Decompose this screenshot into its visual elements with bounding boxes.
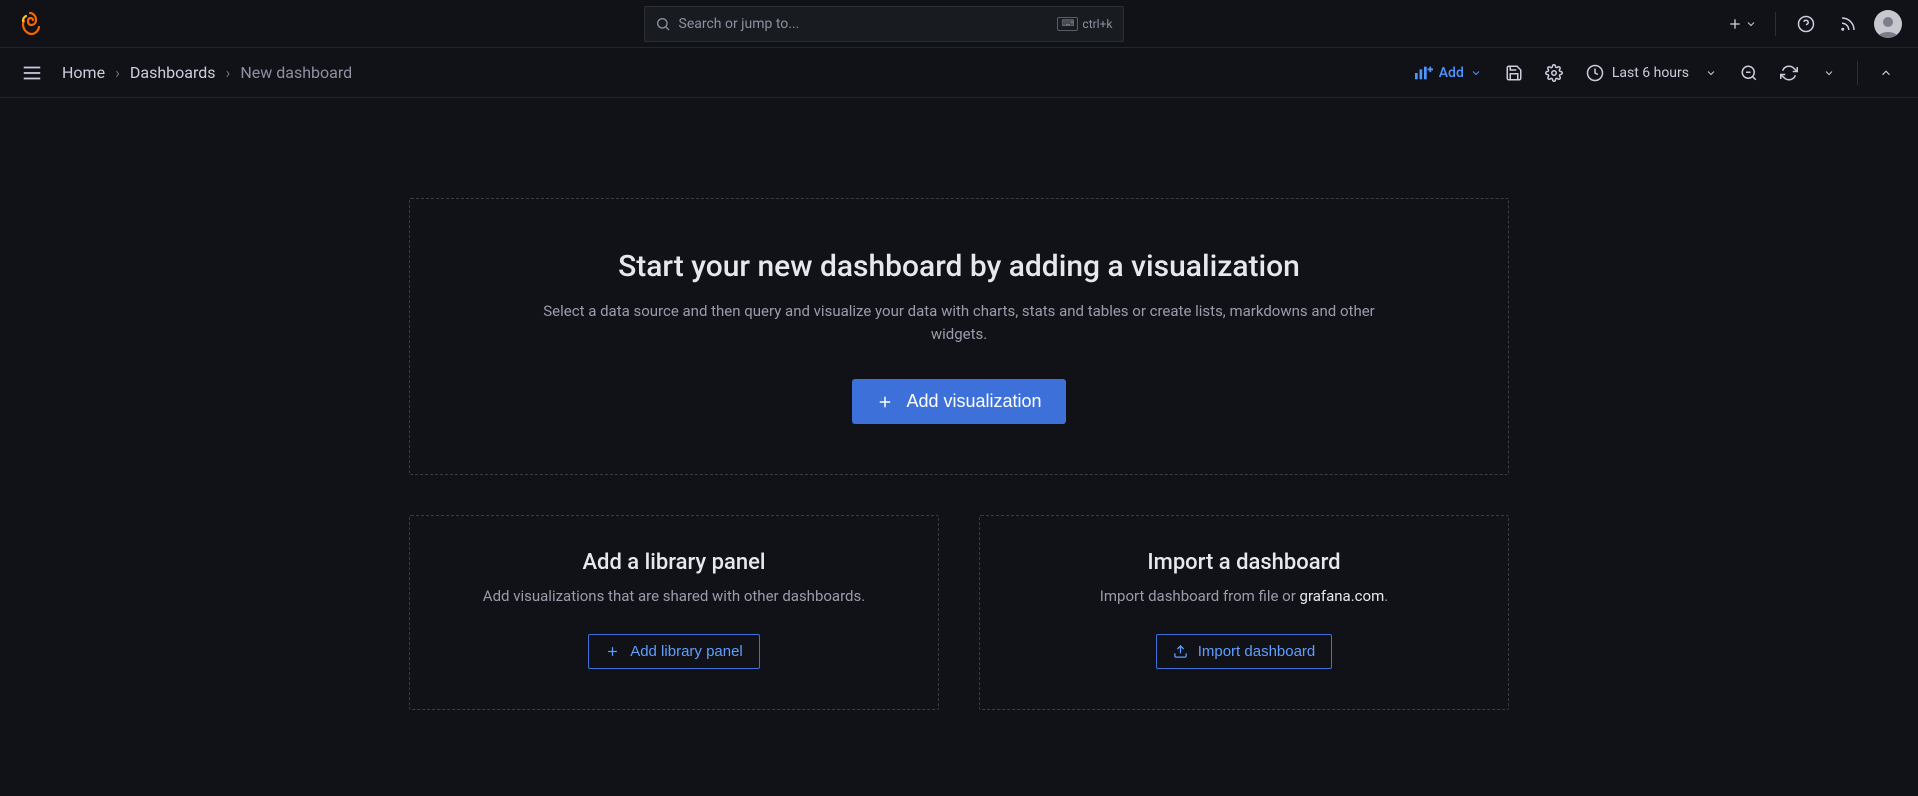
chevron-right-icon: › (115, 63, 120, 82)
plus-icon (876, 393, 894, 411)
grafana-com-link[interactable]: grafana.com (1300, 587, 1385, 605)
chevron-down-icon (1745, 18, 1757, 30)
import-dashboard-card: Import a dashboard Import dashboard from… (979, 515, 1509, 710)
import-subtitle: Import dashboard from file or grafana.co… (1010, 585, 1478, 608)
panel-add-icon (1415, 66, 1433, 80)
keyboard-icon: ⌨ (1057, 17, 1078, 31)
add-visualization-label: Add visualization (906, 391, 1041, 412)
search-placeholder: Search or jump to... (679, 16, 1058, 32)
add-panel-label: Add (1439, 65, 1464, 81)
import-dashboard-label: Import dashboard (1198, 643, 1316, 660)
breadcrumb-current: New dashboard (240, 63, 352, 82)
user-avatar[interactable] (1874, 10, 1902, 38)
add-library-panel-label: Add library panel (630, 643, 743, 660)
library-title: Add a library panel (440, 550, 908, 575)
news-button[interactable] (1832, 8, 1864, 40)
library-subtitle: Add visualizations that are shared with … (440, 585, 908, 608)
chevron-down-icon (1470, 67, 1482, 79)
refresh-interval-button[interactable] (1813, 57, 1845, 89)
chevron-right-icon: › (226, 63, 231, 82)
create-menu[interactable] (1723, 16, 1761, 32)
settings-button[interactable] (1538, 57, 1570, 89)
divider (1857, 61, 1858, 85)
hero-subtitle: Select a data source and then query and … (529, 300, 1389, 345)
add-library-panel-button[interactable]: Add library panel (588, 634, 760, 669)
hero-title: Start your new dashboard by adding a vis… (470, 249, 1448, 284)
upload-icon (1173, 644, 1188, 659)
refresh-button[interactable] (1773, 57, 1805, 89)
collapse-button[interactable] (1870, 57, 1902, 89)
search-input[interactable]: Search or jump to... ⌨ ctrl+k (644, 6, 1124, 42)
time-range-picker[interactable]: Last 6 hours (1578, 60, 1725, 86)
import-dashboard-button[interactable]: Import dashboard (1156, 634, 1333, 669)
keyboard-shortcut-hint: ⌨ ctrl+k (1057, 17, 1112, 31)
help-button[interactable] (1790, 8, 1822, 40)
chevron-down-icon (1705, 67, 1717, 79)
save-button[interactable] (1498, 57, 1530, 89)
zoom-out-button[interactable] (1733, 57, 1765, 89)
divider (1775, 12, 1776, 36)
add-visualization-button[interactable]: Add visualization (852, 379, 1065, 424)
breadcrumb-dashboards[interactable]: Dashboards (130, 63, 216, 82)
import-title: Import a dashboard (1010, 550, 1478, 575)
time-range-label: Last 6 hours (1612, 65, 1689, 81)
menu-toggle[interactable] (16, 57, 48, 89)
breadcrumb: Home › Dashboards › New dashboard (62, 63, 352, 82)
breadcrumb-home[interactable]: Home (62, 63, 105, 82)
search-icon (655, 16, 671, 32)
hero-card: Start your new dashboard by adding a vis… (409, 198, 1509, 475)
add-panel-button[interactable]: Add (1407, 61, 1490, 85)
plus-icon (605, 644, 620, 659)
grafana-logo[interactable] (16, 10, 44, 38)
clock-icon (1586, 64, 1604, 82)
library-panel-card: Add a library panel Add visualizations t… (409, 515, 939, 710)
